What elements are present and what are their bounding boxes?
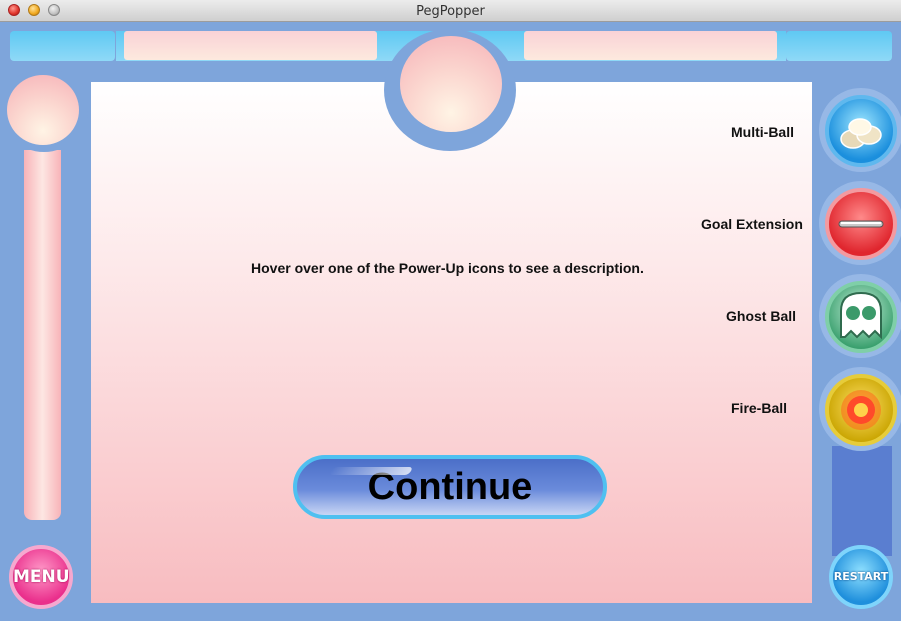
left-ball-indicator <box>7 75 79 145</box>
top-left-band <box>10 31 115 61</box>
top-far-right-band <box>786 31 892 61</box>
title-bar: PegPopper <box>0 0 901 22</box>
continue-button[interactable]: Continue <box>293 455 607 519</box>
window-title: PegPopper <box>416 4 485 19</box>
power-meter-tube <box>24 150 61 520</box>
restart-button-label: RESTART <box>833 570 889 583</box>
menu-button[interactable]: MENU <box>9 545 73 609</box>
top-ball-indicator <box>400 36 502 132</box>
continue-button-shine <box>328 467 414 475</box>
right-score-bar <box>524 31 777 60</box>
multi-ball-graphic <box>840 118 882 149</box>
multi-ball-icon[interactable] <box>825 95 897 167</box>
ghost-graphic <box>840 291 882 340</box>
goal-extension-icon[interactable] <box>825 188 897 260</box>
fire-ball-label: Fire-Ball <box>731 400 788 416</box>
left-score-bar <box>124 31 377 60</box>
multi-ball-label: Multi-Ball <box>731 124 794 140</box>
powerup-description: Hover over one of the Power-Up icons to … <box>251 260 644 276</box>
fire-ball-icon[interactable] <box>825 374 897 446</box>
ghost-ball-icon[interactable] <box>825 281 897 353</box>
fire-ball-graphic <box>841 390 881 430</box>
ghost-ball-label: Ghost Ball <box>726 308 797 324</box>
right-panel-lower <box>832 446 892 556</box>
goal-extension-graphic <box>838 220 884 228</box>
restart-button[interactable]: RESTART <box>829 545 893 609</box>
playfield <box>91 82 812 603</box>
menu-button-label: MENU <box>13 567 70 587</box>
goal-extension-label: Goal Extension <box>701 216 803 232</box>
